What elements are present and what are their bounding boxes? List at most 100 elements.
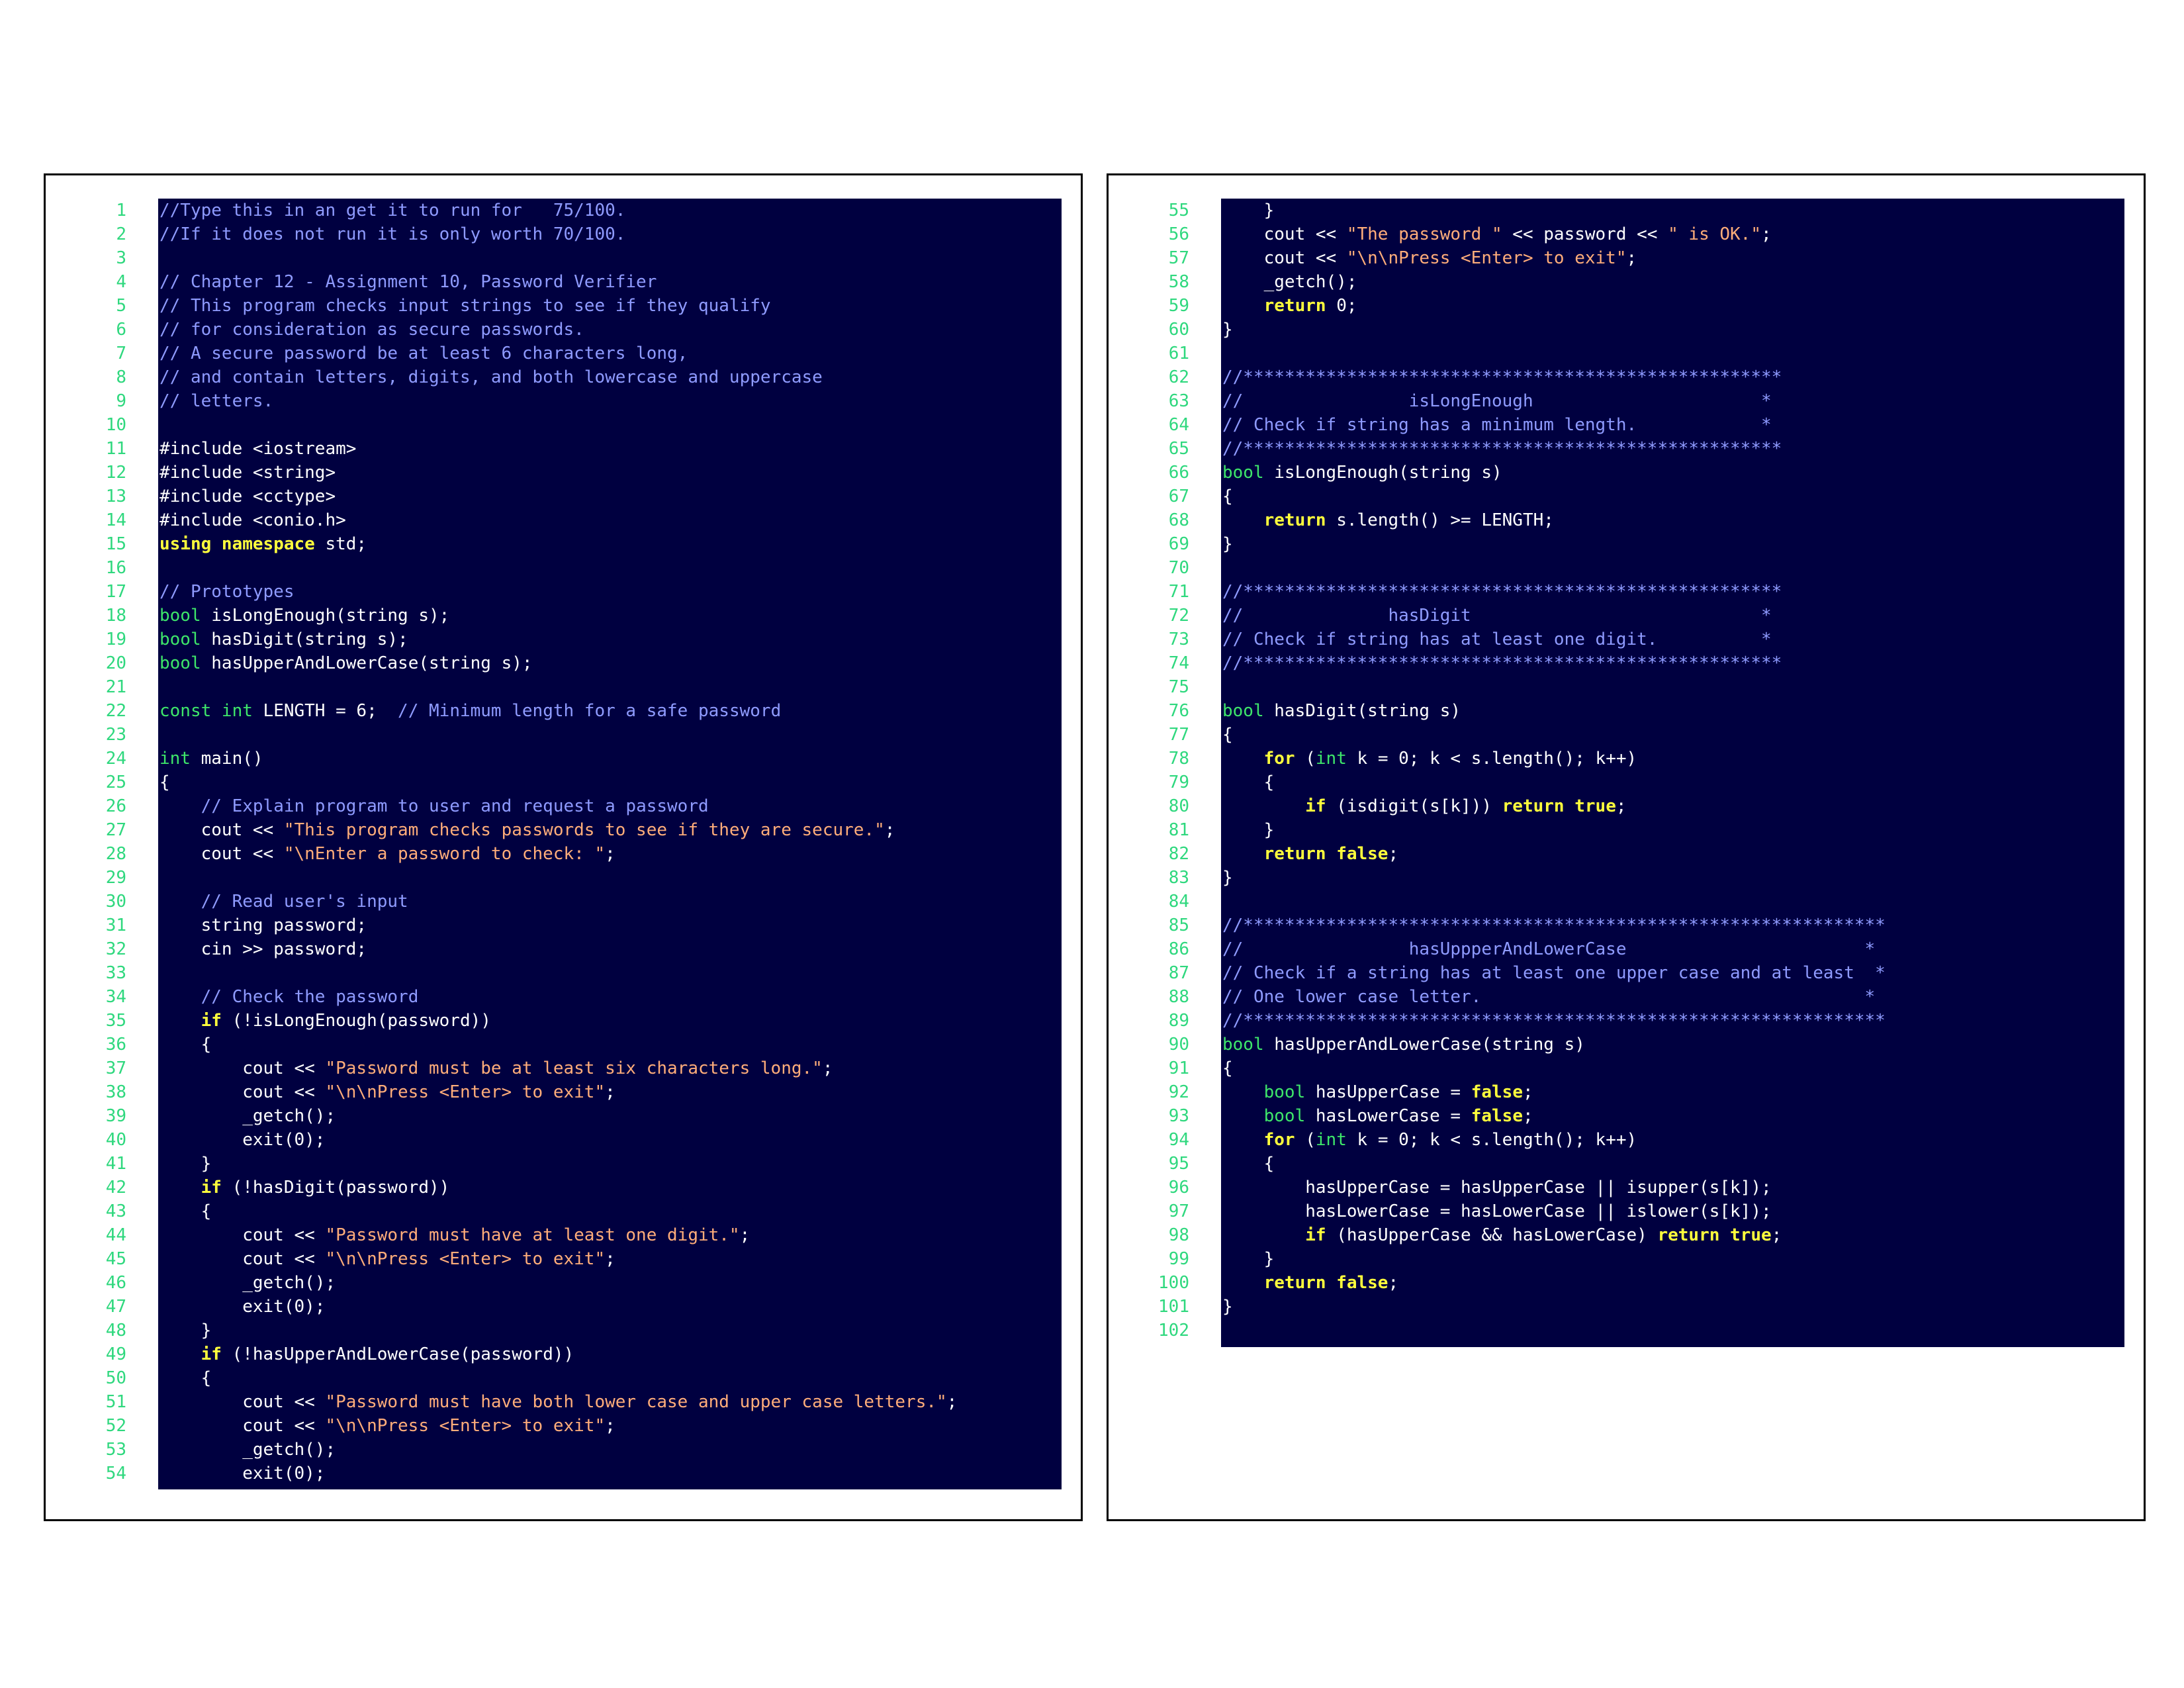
code-token: (!hasDigit(password)) — [221, 1178, 450, 1197]
line-number: 35 — [105, 1011, 126, 1031]
code-token: } — [159, 1154, 212, 1174]
code-line: 52 cout << "\n\nPress <Enter> to exit"; — [46, 1414, 1078, 1438]
code-line: 33 — [46, 961, 1078, 985]
line-number: 13 — [105, 487, 126, 506]
line-number: 83 — [1168, 868, 1189, 888]
code-token: } — [1222, 201, 1275, 220]
code-line: 45 cout << "\n\nPress <Enter> to exit"; — [46, 1247, 1078, 1271]
code-listing: 55 } 56 cout << "The password " << passwo… — [1109, 199, 2141, 1342]
code-line: 85 //************************************… — [1109, 914, 2141, 937]
code-line: 28 cout << "\nEnter a password to check:… — [46, 842, 1078, 866]
line-number: 61 — [1168, 344, 1189, 363]
code-line: 36 { — [46, 1033, 1078, 1056]
code-line: 72 // hasDigit * — [1109, 604, 2141, 628]
line-number: 12 — [105, 463, 126, 483]
code-token: //**************************************… — [1222, 915, 1886, 935]
code-text: bool isLongEnough(string s) — [1222, 461, 1502, 485]
code-token: { — [159, 773, 170, 792]
code-text: // hasDigit * — [1222, 604, 1772, 628]
code-text: cout << "\n\nPress <Enter> to exit"; — [1222, 246, 1637, 270]
code-line: 55 } — [1109, 199, 2141, 222]
code-text: cout << "\n\nPress <Enter> to exit"; — [159, 1247, 615, 1271]
code-text: for (int k = 0; k < s.length(); k++) — [1222, 1128, 1637, 1152]
code-token: // Minimum length for a safe password — [398, 701, 782, 721]
code-line: 34 // Check the password — [46, 985, 1078, 1009]
line-number: 55 — [1168, 201, 1189, 220]
code-text: //**************************************… — [1222, 580, 1782, 604]
code-text: cout << "Password must have at least one… — [159, 1223, 750, 1247]
code-text: bool hasLowerCase = false; — [1222, 1104, 1533, 1128]
code-line: 21 — [46, 675, 1078, 699]
line-number: 100 — [1158, 1273, 1189, 1293]
code-text: //**************************************… — [1222, 437, 1782, 461]
code-text: { — [159, 771, 170, 794]
code-text: // A secure password be at least 6 chara… — [159, 342, 688, 365]
line-number: 48 — [105, 1321, 126, 1340]
code-token: 0; — [1326, 296, 1357, 316]
code-token: #include <string> — [159, 463, 336, 483]
code-token: if — [201, 1178, 222, 1197]
code-token: cout << — [159, 1058, 326, 1078]
code-line: 95 { — [1109, 1152, 2141, 1176]
code-line: 15 using namespace std; — [46, 532, 1078, 556]
code-line: 70 — [1109, 556, 2141, 580]
code-text: { — [1222, 485, 1233, 508]
code-line: 4 // Chapter 12 - Assignment 10, Password… — [46, 270, 1078, 294]
code-line: 20 bool hasUpperAndLowerCase(string s); — [46, 651, 1078, 675]
code-line: 65 //************************************… — [1109, 437, 2141, 461]
code-text: { — [159, 1033, 212, 1056]
code-line: 27 cout << "This program checks password… — [46, 818, 1078, 842]
code-text: bool hasUpperAndLowerCase(string s); — [159, 651, 533, 675]
line-number: 98 — [1168, 1225, 1189, 1245]
code-token: cout << — [159, 1392, 326, 1412]
line-number: 97 — [1168, 1201, 1189, 1221]
code-token: cout << — [159, 1082, 326, 1102]
code-token: //If it does not run it is only worth 70… — [159, 224, 626, 244]
code-line: 50 { — [46, 1366, 1078, 1390]
code-line: 64 // Check if string has a minimum lengt… — [1109, 413, 2141, 437]
code-token: cout << — [1222, 224, 1347, 244]
line-number: 50 — [105, 1368, 126, 1388]
code-token: { — [1222, 773, 1275, 792]
code-token: return true — [1502, 796, 1616, 816]
code-token: << password << — [1502, 224, 1668, 244]
line-number: 33 — [105, 963, 126, 983]
code-token: (!isLongEnough(password)) — [221, 1011, 491, 1031]
code-token: // This program checks input strings to … — [159, 296, 771, 316]
code-token: ; — [605, 844, 615, 864]
code-token: exit(0); — [159, 1297, 326, 1317]
line-number: 68 — [1168, 510, 1189, 530]
code-line: 2 //If it does not run it is only worth 7… — [46, 222, 1078, 246]
line-number: 75 — [1168, 677, 1189, 697]
code-token: { — [1222, 1154, 1275, 1174]
code-token: main() — [190, 749, 263, 769]
code-text: cout << "\nEnter a password to check: "; — [159, 842, 615, 866]
code-line: 75 — [1109, 675, 2141, 699]
code-line: 62 //************************************… — [1109, 365, 2141, 389]
code-text: //**************************************… — [1222, 651, 1782, 675]
code-token: // for consideration as secure passwords… — [159, 320, 584, 340]
line-number: 84 — [1168, 892, 1189, 912]
code-token: "\n\nPress <Enter> to exit" — [325, 1082, 606, 1102]
code-token: bool — [159, 606, 201, 626]
code-text: // Check if a string has at least one up… — [1222, 961, 1886, 985]
code-text: bool hasDigit(string s); — [159, 628, 408, 651]
line-number: 76 — [1168, 701, 1189, 721]
code-line: 16 — [46, 556, 1078, 580]
code-token: "The password " — [1346, 224, 1502, 244]
code-page-left: 1 //Type this in an get it to run for 75/… — [44, 173, 1083, 1521]
code-token: } — [1222, 534, 1233, 554]
line-number: 78 — [1168, 749, 1189, 769]
line-number: 80 — [1168, 796, 1189, 816]
code-token: isLongEnough(string s) — [1263, 463, 1502, 483]
code-text: _getch(); — [1222, 270, 1357, 294]
line-number: 9 — [116, 391, 126, 411]
line-number: 32 — [105, 939, 126, 959]
code-token: using namespace — [159, 534, 315, 554]
code-line: 61 — [1109, 342, 2141, 365]
line-number: 21 — [105, 677, 126, 697]
code-line: 86 // hasUppperAndLowerCase * — [1109, 937, 2141, 961]
